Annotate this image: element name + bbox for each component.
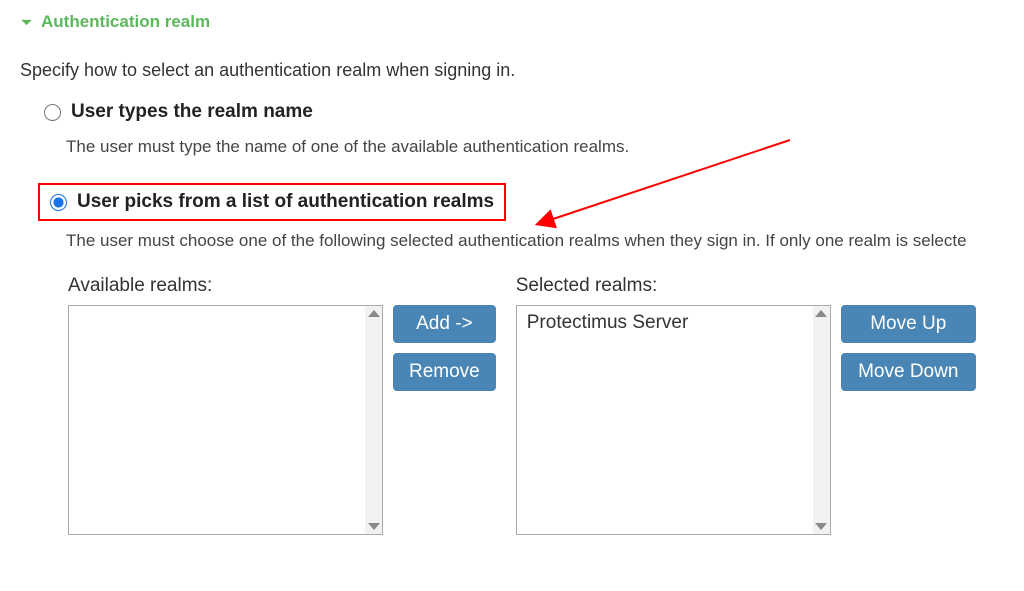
realm-picker: Available realms: Add -> Remove Selected… — [68, 275, 1004, 535]
option-desc-user-types: The user must type the name of one of th… — [66, 137, 1004, 157]
option-label-user-picks: User picks from a list of authentication… — [77, 191, 494, 213]
section-intro: Specify how to select an authentication … — [20, 60, 1004, 81]
option-user-types[interactable]: User types the realm name The user must … — [38, 97, 1004, 157]
available-realms-list[interactable] — [68, 305, 383, 535]
section-title: Authentication realm — [41, 12, 210, 32]
available-label: Available realms: — [68, 275, 383, 297]
chevron-down-icon — [20, 16, 33, 29]
options-group: User types the realm name The user must … — [20, 97, 1004, 251]
radio-user-picks[interactable] — [50, 194, 67, 211]
selected-label: Selected realms: — [516, 275, 831, 297]
scroll-down-icon — [815, 523, 827, 530]
option-user-picks[interactable]: User picks from a list of authentication… — [38, 183, 1004, 251]
scrollbar[interactable] — [813, 306, 830, 534]
option-desc-user-picks: The user must choose one of the followin… — [66, 231, 1004, 251]
scroll-up-icon — [815, 310, 827, 317]
list-item[interactable]: Protectimus Server — [517, 306, 812, 340]
scroll-up-icon — [368, 310, 380, 317]
option-label-user-types: User types the realm name — [71, 101, 313, 123]
radio-user-types[interactable] — [44, 104, 61, 121]
scrollbar[interactable] — [365, 306, 382, 534]
move-up-button[interactable]: Move Up — [841, 305, 976, 343]
remove-button[interactable]: Remove — [393, 353, 496, 391]
selected-realms-list[interactable]: Protectimus Server — [516, 305, 831, 535]
move-down-button[interactable]: Move Down — [841, 353, 976, 391]
add-button[interactable]: Add -> — [393, 305, 496, 343]
section-header[interactable]: Authentication realm — [20, 12, 1004, 32]
scroll-down-icon — [368, 523, 380, 530]
highlight-annotation: User picks from a list of authentication… — [38, 183, 506, 221]
